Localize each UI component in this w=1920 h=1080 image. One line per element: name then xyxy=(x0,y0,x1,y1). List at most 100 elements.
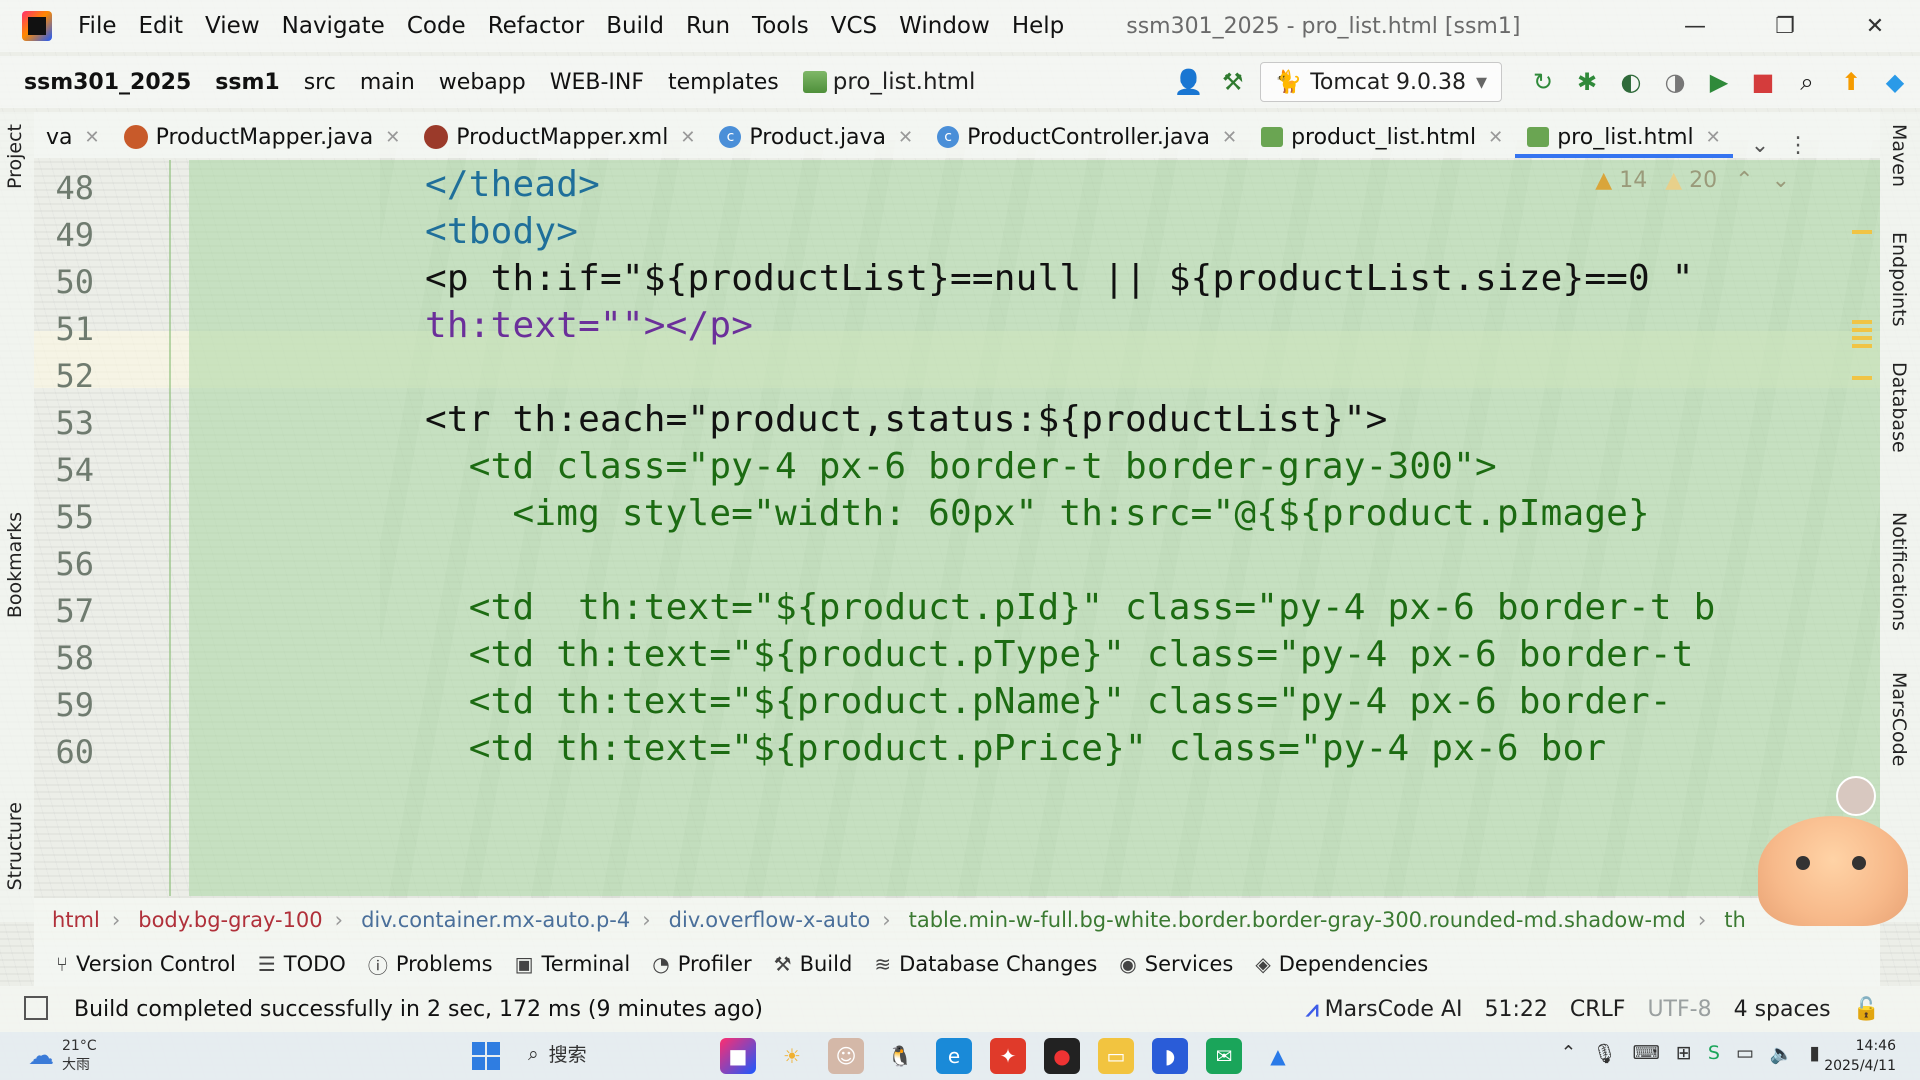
breadcrumb-file[interactable]: pro_list.html xyxy=(802,69,975,95)
menu-view[interactable]: View xyxy=(205,13,260,39)
update-icon[interactable]: ⬆ xyxy=(1836,67,1866,97)
tab-pro-list-html[interactable]: pro_list.html ✕ xyxy=(1515,116,1733,158)
windows-start-icon[interactable] xyxy=(472,1042,500,1070)
intellij-logo-icon[interactable] xyxy=(22,11,52,41)
chevron-down-icon[interactable]: ⌄ xyxy=(1751,133,1769,158)
tab-productmapper-java[interactable]: ProductMapper.java ✕ xyxy=(112,116,413,158)
code-line-current[interactable]: th:text=""></p> xyxy=(425,297,753,354)
shield-app-icon[interactable]: ◗ xyxy=(1152,1038,1188,1074)
tool-database-changes[interactable]: ≋ Database Changes xyxy=(874,952,1097,976)
tool-endpoints[interactable]: Endpoints xyxy=(1888,232,1910,326)
user-icon[interactable]: 👤 xyxy=(1174,67,1204,97)
code-line[interactable]: <img style="width: 60px" th:src="@{${pro… xyxy=(425,485,1650,542)
struct-segment[interactable]: table.min-w-full.bg-white.border.border-… xyxy=(909,908,1686,932)
close-icon[interactable]: ✕ xyxy=(1222,127,1237,148)
tool-marscode[interactable]: MarsCode xyxy=(1888,672,1910,766)
menu-tools[interactable]: Tools xyxy=(752,13,809,39)
edge-browser-icon[interactable]: e xyxy=(936,1038,972,1074)
warning-marker[interactable] xyxy=(1852,344,1872,348)
warning-marker[interactable] xyxy=(1852,376,1872,380)
line-number-gutter[interactable]: 48 49 50 51 52 53 54 55 56 57 58 59 60 xyxy=(34,160,174,896)
tool-services[interactable]: ◉ Services xyxy=(1119,952,1233,976)
menu-navigate[interactable]: Navigate xyxy=(282,13,385,39)
close-icon[interactable]: ✕ xyxy=(385,127,400,148)
tab-product-java[interactable]: c Product.java ✕ xyxy=(707,116,925,158)
more-vertical-icon[interactable]: ⋮ xyxy=(1787,133,1809,158)
avatar-app-icon[interactable]: ☺ xyxy=(828,1038,864,1074)
line-separator[interactable]: CRLF xyxy=(1570,997,1626,1022)
error-stripe[interactable] xyxy=(1852,200,1874,840)
menu-refactor[interactable]: Refactor xyxy=(488,13,584,39)
menu-file[interactable]: File xyxy=(78,13,117,39)
app-s-icon[interactable]: S xyxy=(1708,1042,1720,1065)
network-icon[interactable]: ▭ xyxy=(1736,1042,1754,1065)
warning-marker[interactable] xyxy=(1852,320,1872,324)
taskbar-clock[interactable]: 14:46 2025/4/11 xyxy=(1824,1036,1896,1076)
code-editor[interactable]: 48 49 50 51 52 53 54 55 56 57 58 59 60 <… xyxy=(34,160,1880,896)
run-more-icon[interactable]: ▶ xyxy=(1704,67,1734,97)
weather-widget[interactable]: ☁ 21°C 大雨 xyxy=(28,1038,97,1074)
breadcrumb-webapp[interactable]: webapp xyxy=(439,70,526,95)
close-icon[interactable]: ✕ xyxy=(898,127,913,148)
debug-icon[interactable]: ✱ xyxy=(1572,67,1602,97)
tool-dependencies[interactable]: ◈ Dependencies xyxy=(1255,952,1428,976)
struct-segment[interactable]: html xyxy=(52,908,100,932)
tool-maven[interactable]: Maven xyxy=(1888,124,1910,187)
tool-bookmarks[interactable]: Bookmarks xyxy=(4,512,26,618)
tool-version-control[interactable]: ⑂ Version Control xyxy=(56,952,236,976)
breadcrumb-module[interactable]: ssm1 xyxy=(215,70,279,95)
breadcrumb-main[interactable]: main xyxy=(360,70,415,95)
tool-project[interactable]: Project xyxy=(4,124,26,189)
run-configuration-select[interactable]: 🐈 Tomcat 9.0.38 ▾ xyxy=(1259,62,1502,102)
folder-icon[interactable]: ▭ xyxy=(1098,1038,1134,1074)
tab-productcontroller-java[interactable]: c ProductController.java ✕ xyxy=(925,116,1249,158)
menu-edit[interactable]: Edit xyxy=(139,13,184,39)
tool-todo[interactable]: ☰ TODO xyxy=(258,952,346,976)
breadcrumb-project[interactable]: ssm301_2025 xyxy=(24,70,191,95)
battery-icon[interactable]: ▮ xyxy=(1810,1042,1820,1065)
menu-vcs[interactable]: VCS xyxy=(831,13,877,39)
struct-segment[interactable]: body.bg-gray-100 xyxy=(138,908,322,932)
chevron-up-icon[interactable]: ⌃ xyxy=(1560,1042,1576,1065)
mail-app-icon[interactable]: ✉ xyxy=(1206,1038,1242,1074)
hammer-icon[interactable]: ⚒ xyxy=(1218,67,1248,97)
breadcrumb-src[interactable]: src xyxy=(304,70,336,95)
close-icon[interactable]: ✕ xyxy=(1488,127,1503,148)
menu-window[interactable]: Window xyxy=(899,13,990,39)
profile-icon[interactable]: ◑ xyxy=(1660,67,1690,97)
tab-product-list-html[interactable]: product_list.html ✕ xyxy=(1249,116,1515,158)
close-icon[interactable]: ✕ xyxy=(1706,127,1721,148)
qq-app-icon[interactable]: 🐧 xyxy=(882,1038,918,1074)
tab-productmapper-xml[interactable]: ProductMapper.xml ✕ xyxy=(412,116,707,158)
keyboard-icon[interactable]: ⌨ xyxy=(1632,1042,1659,1065)
recorder-app-icon[interactable]: ● xyxy=(1044,1038,1080,1074)
struct-segment[interactable]: div.container.mx-auto.p-4 xyxy=(361,908,630,932)
minimize-button[interactable]: — xyxy=(1650,14,1740,39)
warning-marker[interactable] xyxy=(1852,336,1872,340)
tool-database[interactable]: Database xyxy=(1888,362,1910,453)
coverage-icon[interactable]: ◐ xyxy=(1616,67,1646,97)
avatar[interactable] xyxy=(1836,776,1876,816)
inspection-widget[interactable]: ▲ 14 ▲ 20 ⌃ ⌄ xyxy=(1595,168,1790,193)
warning-marker[interactable] xyxy=(1852,230,1872,234)
search-icon[interactable]: ⌕ xyxy=(1792,67,1822,97)
volume-icon[interactable]: 🔈 xyxy=(1770,1042,1794,1065)
sun-app-icon[interactable]: ☀ xyxy=(774,1038,810,1074)
tool-profiler[interactable]: ◔ Profiler xyxy=(652,952,751,976)
close-icon[interactable]: ✕ xyxy=(680,127,695,148)
tool-build[interactable]: ⚒ Build xyxy=(774,952,853,976)
menu-build[interactable]: Build xyxy=(606,13,664,39)
code-line[interactable]: <td th:text="${product.pPrice}" class="p… xyxy=(425,720,1606,777)
build-status-message[interactable]: Build completed successfully in 2 sec, 1… xyxy=(74,997,763,1022)
struct-segment[interactable]: div.overflow-x-auto xyxy=(669,908,871,932)
caret-position[interactable]: 51:22 xyxy=(1484,997,1547,1022)
tool-terminal[interactable]: ▣ Terminal xyxy=(515,952,631,976)
close-button[interactable]: ✕ xyxy=(1830,14,1920,39)
rerun-icon[interactable]: ↻ xyxy=(1528,67,1558,97)
code-text-area[interactable]: </thead> <tbody> <p th:if="${productList… xyxy=(189,160,1880,896)
restore-button[interactable]: ❐ xyxy=(1740,14,1830,39)
red-app-icon[interactable]: ✦ xyxy=(990,1038,1026,1074)
chevron-up-icon[interactable]: ⌃ xyxy=(1735,168,1753,193)
marscode-widget[interactable]: ⩘ MarsCode AI xyxy=(1306,997,1462,1022)
tool-notifications[interactable]: Notifications xyxy=(1888,512,1910,631)
